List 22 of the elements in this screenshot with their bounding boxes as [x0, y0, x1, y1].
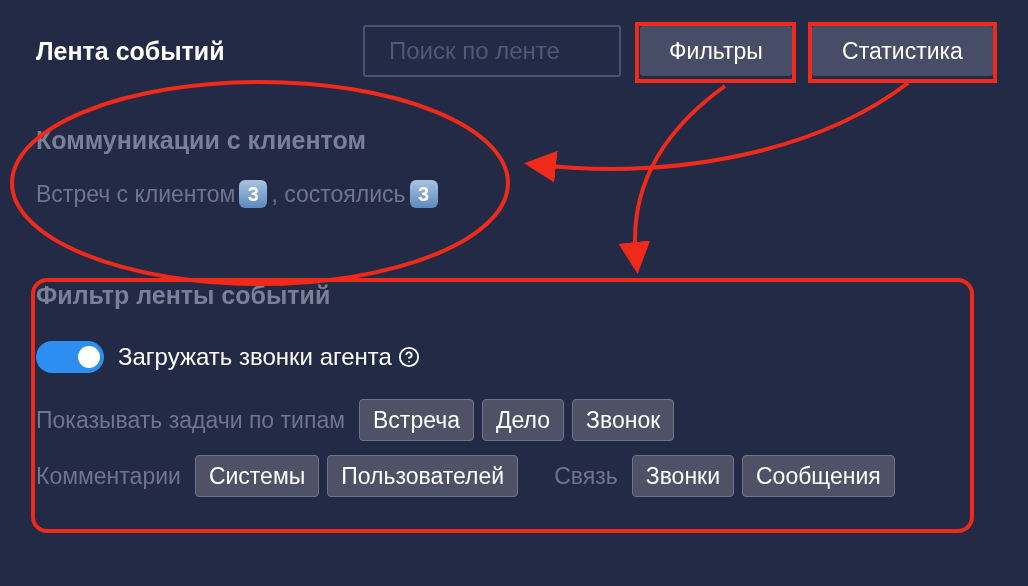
filters-button[interactable]: Фильтры	[640, 26, 792, 76]
toggle-switch[interactable]	[36, 341, 104, 373]
filter-chip[interactable]: Сообщения	[742, 455, 895, 497]
stat-label: Встреч с клиентом	[36, 180, 236, 208]
count-badge: 3	[409, 180, 438, 208]
help-icon[interactable]	[397, 346, 420, 368]
filter-chip[interactable]: Встреча	[359, 399, 474, 441]
filter-chip[interactable]: Дело	[481, 399, 565, 441]
page-title: Лента событий	[36, 36, 226, 66]
stat-label: , состоялись	[271, 180, 406, 208]
filter-label: Связь	[554, 462, 618, 490]
section-title: Фильтр ленты событий	[36, 281, 332, 309]
statistics-button[interactable]: Статистика	[812, 26, 993, 76]
toggle-label: Загружать звонки агента	[118, 343, 392, 371]
count-badge: 3	[239, 180, 268, 208]
filter-chip[interactable]: Звонок	[572, 399, 675, 441]
filter-chip[interactable]: Системы	[194, 455, 320, 497]
filter-label: Показывать задачи по типам	[36, 406, 345, 434]
filter-label: Комментарии	[36, 462, 181, 490]
section-title: Коммуникации с клиентом	[36, 126, 367, 154]
filter-chip[interactable]: Звонки	[631, 455, 734, 497]
filter-chip[interactable]: Пользователей	[327, 455, 519, 497]
